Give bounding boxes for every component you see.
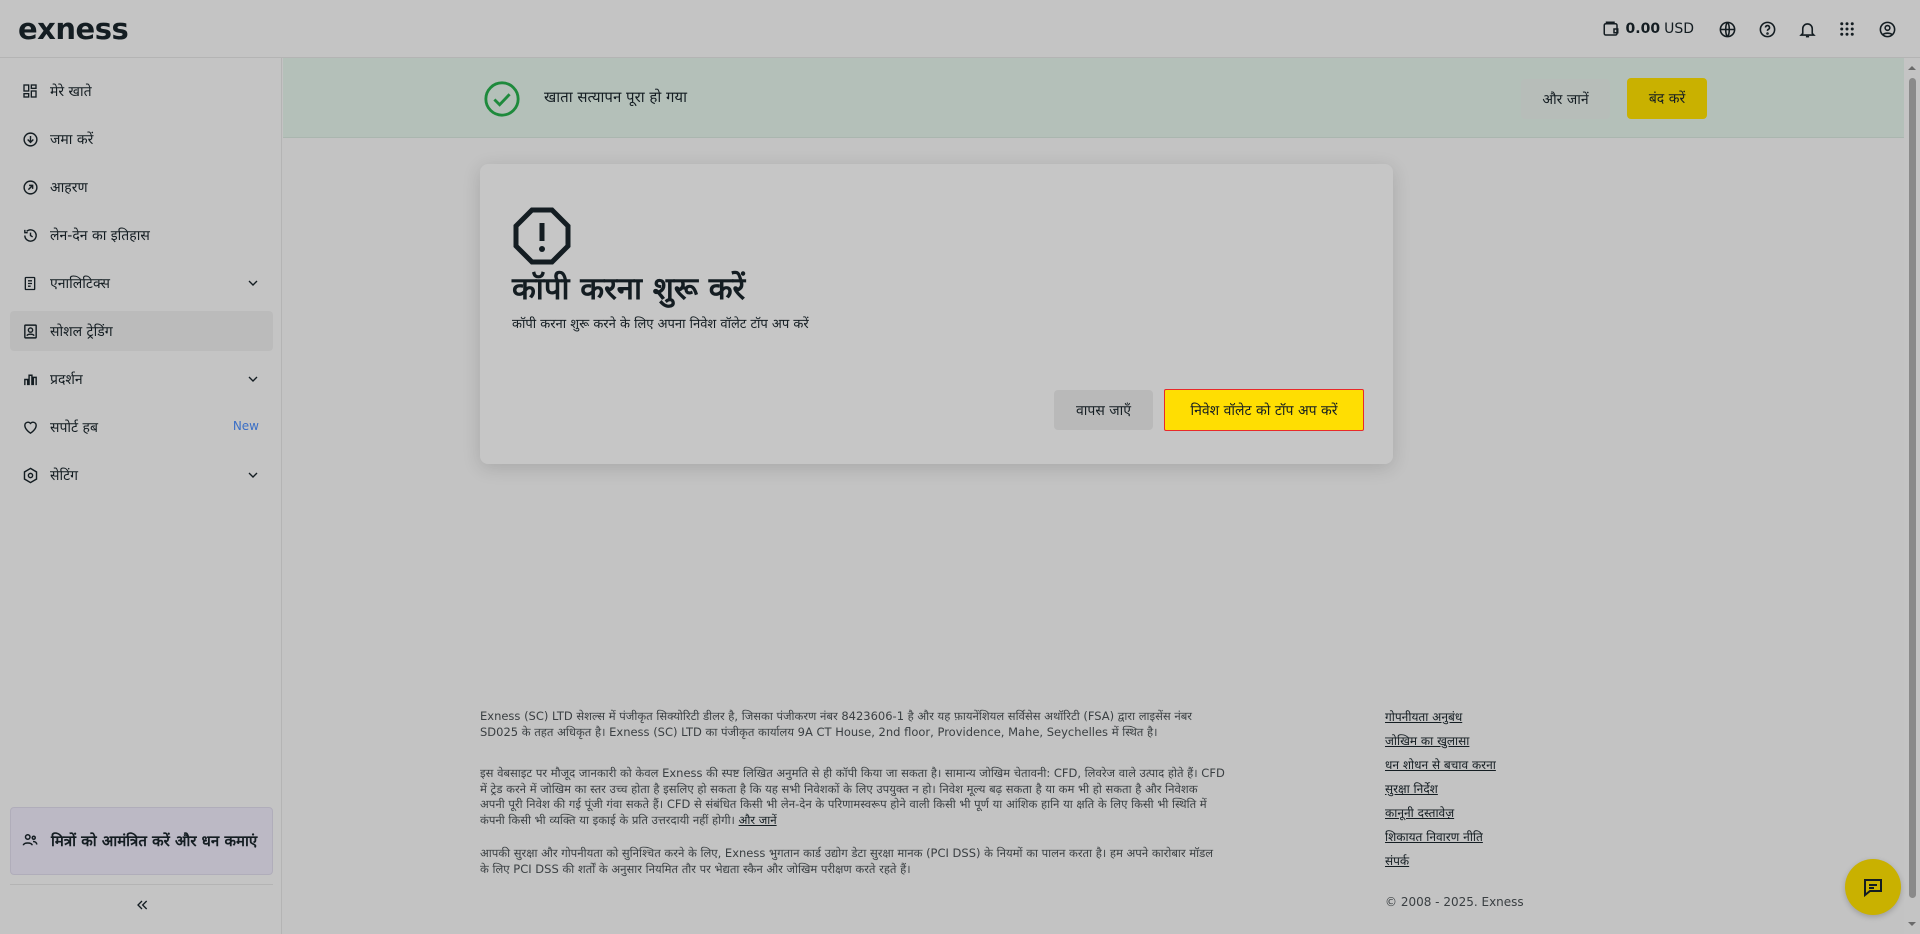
sidebar-item-label: मेरे खाते bbox=[50, 83, 92, 100]
dialog-subtitle: कॉपी करना शुरू करने के लिए अपना निवेश वॉ… bbox=[512, 317, 809, 332]
balance-display[interactable]: 0.00 USD bbox=[1600, 18, 1694, 40]
wallet-icon bbox=[1600, 18, 1622, 40]
chevron-down-icon bbox=[248, 376, 258, 382]
social-trading-icon bbox=[20, 321, 40, 341]
scrollbar-thumb[interactable] bbox=[1909, 78, 1916, 898]
sidebar-item-transaction-history[interactable]: लेन-देन का इतिहास bbox=[10, 215, 273, 255]
privacy-agreement-link[interactable]: गोपनीयता अनुबंध bbox=[1385, 709, 1496, 733]
apps-grid-icon[interactable] bbox=[1836, 18, 1858, 40]
invite-friends-card[interactable]: मित्रों को आमंत्रित करें और धन कमाएं bbox=[10, 807, 273, 875]
top-header: exness 0.00 USD bbox=[0, 0, 1920, 58]
sidebar-item-label: सपोर्ट हब bbox=[50, 419, 98, 436]
sidebar-divider bbox=[10, 884, 273, 885]
sidebar-item-performance[interactable]: प्रदर्शन bbox=[10, 359, 273, 399]
sidebar-item-label: प्रदर्शन bbox=[50, 371, 83, 388]
sidebar-item-deposit[interactable]: जमा करें bbox=[10, 119, 273, 159]
banner-message: खाता सत्यापन पूरा हो गया bbox=[544, 88, 688, 106]
exness-logo[interactable]: exness bbox=[18, 12, 129, 46]
collapse-sidebar-button[interactable] bbox=[131, 894, 153, 916]
risk-disclosure-link[interactable]: जोखिम का खुलासा bbox=[1385, 733, 1496, 757]
topup-wallet-button[interactable]: निवेश वॉलेट को टॉप अप करें bbox=[1164, 389, 1364, 431]
history-icon bbox=[20, 225, 40, 245]
scroll-up-arrow-icon[interactable] bbox=[1908, 64, 1916, 72]
chevron-down-icon bbox=[248, 472, 258, 478]
analytics-icon bbox=[20, 273, 40, 293]
globe-icon[interactable] bbox=[1716, 18, 1738, 40]
learn-more-button[interactable]: और जानें bbox=[1521, 79, 1610, 119]
legal-documents-link[interactable]: कानूनी दस्तावेज़ bbox=[1385, 805, 1496, 829]
sidebar-item-my-accounts[interactable]: मेरे खाते bbox=[10, 71, 273, 111]
accounts-grid-icon bbox=[20, 81, 40, 101]
footer-links: गोपनीयता अनुबंध जोखिम का खुलासा धन शोधन … bbox=[1385, 709, 1496, 877]
security-instructions-link[interactable]: सुरक्षा निर्देश bbox=[1385, 781, 1496, 805]
deposit-icon bbox=[20, 129, 40, 149]
legal-pci-text: आपकी सुरक्षा और गोपनीयता को सुनिश्चित कर… bbox=[480, 846, 1214, 876]
verification-banner: खाता सत्यापन पूरा हो गया और जानें बंद कर… bbox=[283, 58, 1904, 138]
warning-octagon-icon bbox=[513, 207, 571, 265]
sidebar-item-social-trading[interactable]: सोशल ट्रेडिंग bbox=[10, 311, 273, 351]
page-scrollbar[interactable] bbox=[1904, 58, 1920, 934]
close-banner-button[interactable]: बंद करें bbox=[1627, 78, 1707, 119]
sidebar-item-label: आहरण bbox=[50, 179, 88, 196]
invite-text: मित्रों को आमंत्रित करें और धन कमाएं bbox=[51, 832, 258, 850]
scroll-down-arrow-icon[interactable] bbox=[1908, 920, 1916, 928]
start-copying-dialog: कॉपी करना शुरू करें कॉपी करना शुरू करने … bbox=[480, 164, 1393, 464]
complaints-policy-link[interactable]: शिकायत निवारण नीति bbox=[1385, 829, 1496, 853]
sidebar-item-label: एनालिटिक्स bbox=[50, 275, 110, 292]
balance-currency: USD bbox=[1664, 21, 1694, 37]
users-icon bbox=[21, 831, 41, 851]
legal-risk-warning: इस वेबसाइट पर मौजूद जानकारी को केवल Exne… bbox=[480, 766, 1225, 828]
heart-icon bbox=[20, 417, 40, 437]
sidebar-item-support-hub[interactable]: सपोर्ट हब New bbox=[10, 407, 273, 447]
go-back-button[interactable]: वापस जाएँ bbox=[1054, 390, 1153, 430]
sidebar-item-label: जमा करें bbox=[50, 131, 94, 148]
sidebar-item-label: सोशल ट्रेडिंग bbox=[50, 323, 113, 340]
check-circle-icon bbox=[484, 81, 520, 117]
bell-icon[interactable] bbox=[1796, 18, 1818, 40]
settings-icon bbox=[20, 465, 40, 485]
double-chevron-left-icon bbox=[137, 900, 148, 910]
sidebar: मेरे खाते जमा करें आहरण लेन-देन का इतिहा… bbox=[0, 58, 282, 934]
performance-icon bbox=[20, 369, 40, 389]
aml-link[interactable]: धन शोधन से बचाव करना bbox=[1385, 757, 1496, 781]
chat-icon bbox=[1864, 879, 1882, 898]
contact-link[interactable]: संपर्क bbox=[1385, 853, 1496, 877]
copyright: © 2008 - 2025. Exness bbox=[1385, 895, 1524, 909]
withdraw-icon bbox=[20, 177, 40, 197]
chat-button[interactable] bbox=[1845, 859, 1901, 915]
sidebar-item-withdraw[interactable]: आहरण bbox=[10, 167, 273, 207]
learn-more-link[interactable]: और जानें bbox=[739, 813, 777, 827]
sidebar-item-settings[interactable]: सेटिंग bbox=[10, 455, 273, 495]
new-badge: New bbox=[232, 419, 259, 433]
help-icon[interactable] bbox=[1756, 18, 1778, 40]
legal-text-registration: Exness (SC) LTD सेशल्स में पंजीकृत सिक्य… bbox=[480, 709, 1193, 739]
dialog-title: कॉपी करना शुरू करें bbox=[512, 271, 746, 307]
sidebar-item-label: सेटिंग bbox=[50, 467, 79, 484]
header-actions: 0.00 USD bbox=[1600, 0, 1898, 58]
profile-icon[interactable] bbox=[1876, 18, 1898, 40]
risk-warning-text: इस वेबसाइट पर मौजूद जानकारी को केवल Exne… bbox=[480, 766, 1225, 827]
chevron-down-icon bbox=[248, 280, 258, 286]
sidebar-item-label: लेन-देन का इतिहास bbox=[50, 227, 150, 244]
sidebar-item-analytics[interactable]: एनालिटिक्स bbox=[10, 263, 273, 303]
balance-amount: 0.00 bbox=[1625, 21, 1661, 37]
